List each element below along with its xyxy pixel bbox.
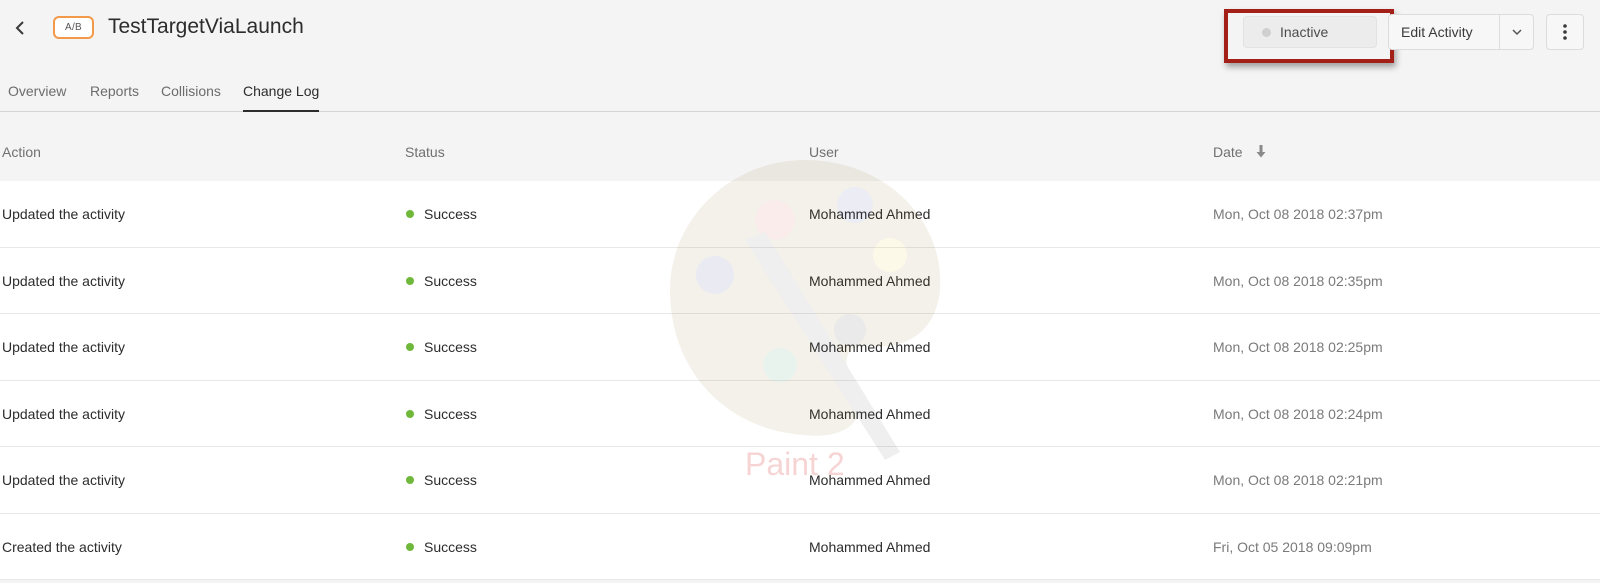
tab-reports[interactable]: Reports — [90, 83, 139, 112]
action-cell: Created the activity — [2, 538, 122, 555]
column-header-status[interactable]: Status — [405, 144, 445, 160]
column-header-action[interactable]: Action — [2, 144, 41, 160]
success-status-dot — [406, 210, 414, 218]
edit-activity-button[interactable]: Edit Activity — [1389, 15, 1500, 49]
activity-header: A/B TestTargetViaLaunch Inactive Edit Ac… — [0, 0, 1600, 63]
success-status-dot — [406, 542, 414, 551]
date-cell: Mon, Oct 08 2018 02:24pm — [1213, 405, 1383, 422]
status-text: Success — [424, 272, 477, 289]
status-text: Success — [424, 472, 477, 488]
status-highlight-box — [1224, 9, 1394, 63]
column-header-user[interactable]: User — [809, 144, 839, 160]
more-actions-button[interactable] — [1546, 14, 1584, 50]
status-text: Success — [424, 206, 477, 222]
action-cell: Updated the activity — [2, 405, 125, 422]
edit-dropdown-button[interactable] — [1500, 15, 1533, 49]
watermark-label: Paint 2 — [745, 446, 845, 482]
table-row: Updated the activity Success Mohammed Ah… — [0, 381, 1600, 447]
activity-tabs: Overview Reports Collisions Change Log — [0, 78, 1600, 112]
success-status-dot — [406, 276, 414, 285]
arrow-down-icon[interactable] — [1256, 145, 1266, 158]
success-status-dot — [406, 409, 414, 418]
date-cell: Mon, Oct 08 2018 02:37pm — [1213, 206, 1383, 222]
back-button[interactable] — [8, 14, 32, 42]
chevron-left-icon — [15, 21, 24, 35]
action-cell: Updated the activity — [2, 206, 125, 222]
status-cell: Success — [406, 406, 477, 422]
status-cell: Success — [406, 206, 477, 222]
table-row: Updated the activity Success Mohammed Ah… — [0, 314, 1600, 381]
status-text: Success — [424, 339, 477, 355]
more-vertical-icon — [1563, 24, 1567, 40]
user-cell: Mohammed Ahmed — [809, 206, 931, 222]
ab-activity-badge: A/B — [53, 16, 94, 39]
table-body: Updated the activity Success Mohammed Ah… — [0, 181, 1600, 580]
tab-overview[interactable]: Overview — [8, 83, 66, 112]
user-cell: Mohammed Ahmed — [809, 339, 931, 355]
action-cell: Updated the activity — [2, 272, 125, 289]
table-row: Updated the activity Success Mohammed Ah… — [0, 181, 1600, 248]
status-cell: Success — [406, 273, 477, 289]
tab-change-log[interactable]: Change Log — [243, 83, 320, 112]
date-cell: Mon, Oct 08 2018 02:25pm — [1213, 339, 1383, 355]
edit-activity-group: Edit Activity — [1388, 14, 1534, 50]
date-cell: Fri, Oct 05 2018 09:09pm — [1213, 538, 1372, 555]
status-cell: Success — [406, 539, 477, 555]
user-cell: Mohammed Ahmed — [809, 272, 931, 289]
table-row: Created the activity Success Mohammed Ah… — [0, 514, 1600, 580]
tab-collisions[interactable]: Collisions — [161, 83, 221, 112]
action-cell: Updated the activity — [2, 472, 125, 488]
status-text: Success — [424, 405, 477, 422]
page-title: TestTargetViaLaunch — [108, 15, 304, 38]
status-text: Success — [424, 538, 477, 555]
table-row: Updated the activity Success Mohammed Ah… — [0, 248, 1600, 314]
change-log-table: Action Status User Date Updated the acti… — [0, 112, 1600, 580]
status-cell: Success — [406, 339, 477, 355]
column-header-date[interactable]: Date — [1213, 144, 1243, 160]
date-cell: Mon, Oct 08 2018 02:35pm — [1213, 272, 1383, 289]
user-cell: Mohammed Ahmed — [809, 405, 931, 422]
page: A/B TestTargetViaLaunch Inactive Edit Ac… — [0, 0, 1600, 583]
chevron-down-icon — [1511, 29, 1522, 36]
table-header: Action Status User Date — [0, 112, 1600, 181]
success-status-dot — [406, 476, 414, 484]
action-cell: Updated the activity — [2, 339, 125, 355]
user-cell: Mohammed Ahmed — [809, 538, 931, 555]
status-cell: Success — [406, 472, 477, 488]
date-cell: Mon, Oct 08 2018 02:21pm — [1213, 472, 1383, 488]
success-status-dot — [406, 343, 414, 351]
